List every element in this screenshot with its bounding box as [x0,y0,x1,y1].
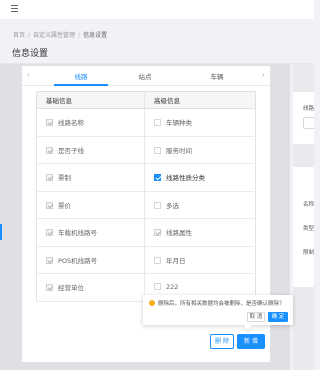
field-label: 线路属性 [166,229,192,238]
field-checkbox[interactable] [154,283,161,291]
basic-field-cell: 是否子线 [36,136,145,164]
field-label: 车辆种类 [166,119,192,128]
field-checkbox [46,174,53,182]
breadcrumb-current: 信息设置 [83,32,108,39]
table-row: 票制 线路性质分类 [36,163,256,192]
field-checkbox[interactable] [154,119,161,127]
breadcrumb-item[interactable]: 首页 [13,32,25,39]
page-title: 信息设置 [12,49,49,59]
right-label-limit: 限制 [303,250,315,256]
hamburger-icon[interactable] [11,5,18,12]
tab-prev-icon[interactable]: ‹ [27,71,30,79]
advanced-field-cell: 服务时间 [144,136,256,164]
tab-bar: ‹ 线路 站点 车辆 › [22,66,270,86]
right-label-name: 名称 [303,202,315,208]
field-checkbox [46,119,53,127]
table-row: 是否子线 服务时间 [36,136,256,164]
breadcrumb-item[interactable]: 自定义属性管理 [33,32,75,39]
field-label: 年月日 [166,256,186,265]
basic-field-cell: 票制 [36,163,145,192]
right-label-type: 类型 [303,226,315,232]
advanced-field-cell: 多选 [144,191,256,219]
field-label: 车载机线路号 [58,229,97,238]
field-checkbox [46,256,53,264]
field-label: 是否子线 [58,146,84,155]
advanced-field-cell: 线路属性 [144,218,256,247]
field-checkbox [46,146,53,154]
header-advanced-info: 高级信息 [144,91,256,109]
side-indicator [0,224,2,240]
field-checkbox [46,229,53,237]
popconfirm-message: 删除后，所有相关数据均会被删除，是否确认删除？ [158,301,285,307]
field-checkbox [154,229,161,237]
table-header-row: 基础信息 高级信息 [36,91,256,109]
delete-popconfirm: 删除后，所有相关数据均会被删除，是否确认删除？ 取 消 确 定 [143,295,293,331]
field-table: 基础信息 高级信息 线路名称 车辆种类是否子线 服务时间票制 线路性质分类票价 多选车载… [36,91,256,302]
add-button[interactable]: 新 增 [237,334,265,349]
field-label: 票制 [58,174,71,183]
advanced-field-cell: 年月日 [144,246,256,274]
field-label: 服务时间 [166,146,192,155]
basic-field-cell: 车载机线路号 [36,218,145,247]
popconfirm-confirm-button[interactable]: 确 定 [268,312,288,322]
field-label: 经营单位 [58,284,84,293]
field-label: POS机线路号 [58,256,98,265]
right-label-route: 线路 [303,106,315,112]
basic-field-cell: 经营单位 [36,273,145,302]
header-basic-info: 基础信息 [36,91,145,109]
field-checkbox[interactable] [154,174,161,182]
basic-field-cell: 票价 [36,191,145,219]
field-label: 票价 [58,201,71,210]
field-checkbox[interactable] [154,146,161,154]
tab-route[interactable]: 线路 [56,71,106,81]
basic-field-cell: 线路名称 [36,108,145,137]
tab-vehicle[interactable]: 车辆 [192,71,242,81]
field-checkbox [46,201,53,209]
field-checkbox [46,284,53,292]
field-label: 线路性质分类 [166,174,205,183]
advanced-field-cell: 车辆种类 [144,108,256,137]
table-row: 车载机线路号 线路属性 [36,218,256,247]
field-checkbox[interactable] [154,201,161,209]
warning-icon [149,300,155,306]
field-label: 多选 [166,201,179,210]
tab-station[interactable]: 站点 [120,71,170,81]
field-label: 线路名称 [58,119,84,128]
popconfirm-cancel-button[interactable]: 取 消 [247,312,265,322]
table-row: POS机线路号 年月日 [36,246,256,274]
advanced-field-cell: 线路性质分类 [144,163,256,192]
right-filter-input[interactable] [303,117,314,129]
field-label: 222 [166,283,179,292]
table-row: 票价 多选 [36,191,256,219]
basic-field-cell: POS机线路号 [36,246,145,274]
tab-ink-bar [54,84,108,86]
tab-next-icon[interactable]: › [262,71,265,79]
delete-button[interactable]: 删 除 [210,334,234,349]
table-row: 线路名称 车辆种类 [36,108,256,137]
field-checkbox[interactable] [154,256,161,264]
breadcrumb: 首页 / 自定义属性管理 / 信息设置 [13,32,108,39]
top-header [0,0,314,19]
